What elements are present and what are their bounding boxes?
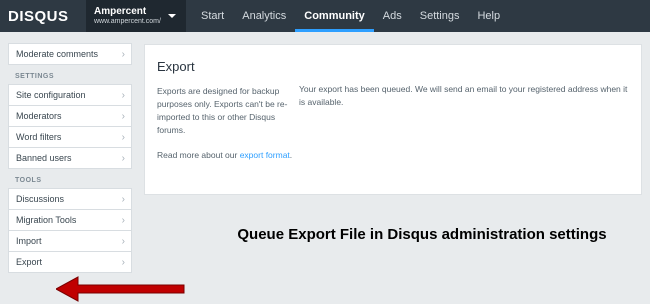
annotation-arrow-icon bbox=[56, 276, 185, 302]
nav-analytics[interactable]: Analytics bbox=[233, 0, 295, 32]
sidebar-item-label: Site configuration bbox=[16, 90, 86, 100]
sidebar-item-migration-tools[interactable]: Migration Tools › bbox=[8, 209, 132, 231]
export-description: Exports are designed for backup purposes… bbox=[157, 86, 288, 135]
chevron-right-icon: › bbox=[121, 131, 125, 143]
chevron-right-icon: › bbox=[121, 152, 125, 164]
panel-title: Export bbox=[157, 59, 195, 74]
sidebar-item-label: Word filters bbox=[16, 132, 62, 142]
chevron-right-icon: › bbox=[121, 89, 125, 101]
chevron-right-icon: › bbox=[121, 214, 125, 226]
chevron-right-icon: › bbox=[121, 235, 125, 247]
export-queued-message: Your export has been queued. We will sen… bbox=[299, 84, 628, 107]
export-panel: Export Exports are designed for backup p… bbox=[144, 44, 642, 195]
site-switcher[interactable]: Ampercent www.ampercent.com/ bbox=[86, 0, 186, 32]
site-name: Ampercent bbox=[94, 6, 147, 17]
read-more-suffix: . bbox=[289, 150, 293, 160]
sidebar-item-word-filters[interactable]: Word filters › bbox=[8, 126, 132, 148]
chevron-right-icon: › bbox=[121, 48, 125, 60]
sidebar-item-moderators[interactable]: Moderators › bbox=[8, 105, 132, 127]
sidebar-item-label: Moderators bbox=[16, 111, 62, 121]
sidebar-heading-settings: SETTINGS bbox=[15, 73, 55, 80]
sidebar-item-moderate-comments[interactable]: Moderate comments › bbox=[8, 43, 132, 65]
nav-start[interactable]: Start bbox=[192, 0, 233, 32]
sidebar-item-label: Export bbox=[16, 257, 43, 267]
nav-help[interactable]: Help bbox=[468, 0, 509, 32]
chevron-right-icon: › bbox=[121, 256, 125, 268]
sidebar-item-label: Migration Tools bbox=[16, 215, 77, 225]
sidebar-item-import[interactable]: Import › bbox=[8, 230, 132, 252]
sidebar-item-discussions[interactable]: Discussions › bbox=[8, 188, 132, 210]
top-navigation-bar: DISQUS Ampercent www.ampercent.com/ Star… bbox=[0, 0, 650, 32]
export-format-link[interactable]: export format bbox=[240, 150, 290, 160]
sidebar: Moderate comments › SETTINGS Site config… bbox=[8, 43, 132, 273]
chevron-down-icon[interactable] bbox=[168, 14, 176, 18]
main-nav: Start Analytics Community Ads Settings H… bbox=[192, 0, 509, 32]
sidebar-item-site-configuration[interactable]: Site configuration › bbox=[8, 84, 132, 106]
disqus-logo[interactable]: DISQUS bbox=[0, 0, 86, 32]
read-more-prefix: Read more about our bbox=[157, 150, 240, 160]
sidebar-item-label: Moderate comments bbox=[16, 49, 99, 59]
nav-settings[interactable]: Settings bbox=[411, 0, 469, 32]
sidebar-item-label: Discussions bbox=[16, 194, 65, 204]
sidebar-item-label: Banned users bbox=[16, 153, 72, 163]
site-url: www.ampercent.com/ bbox=[94, 18, 161, 25]
sidebar-heading-tools: TOOLS bbox=[15, 177, 42, 184]
nav-ads[interactable]: Ads bbox=[374, 0, 411, 32]
chevron-right-icon: › bbox=[121, 110, 125, 122]
sidebar-item-export[interactable]: Export › bbox=[8, 251, 132, 273]
read-more: Read more about our export format. bbox=[157, 149, 293, 162]
chevron-right-icon: › bbox=[121, 193, 125, 205]
nav-community[interactable]: Community bbox=[295, 0, 374, 32]
sidebar-item-banned-users[interactable]: Banned users › bbox=[8, 147, 132, 169]
annotation-caption: Queue Export File in Disqus administrati… bbox=[237, 226, 607, 243]
sidebar-item-label: Import bbox=[16, 236, 42, 246]
